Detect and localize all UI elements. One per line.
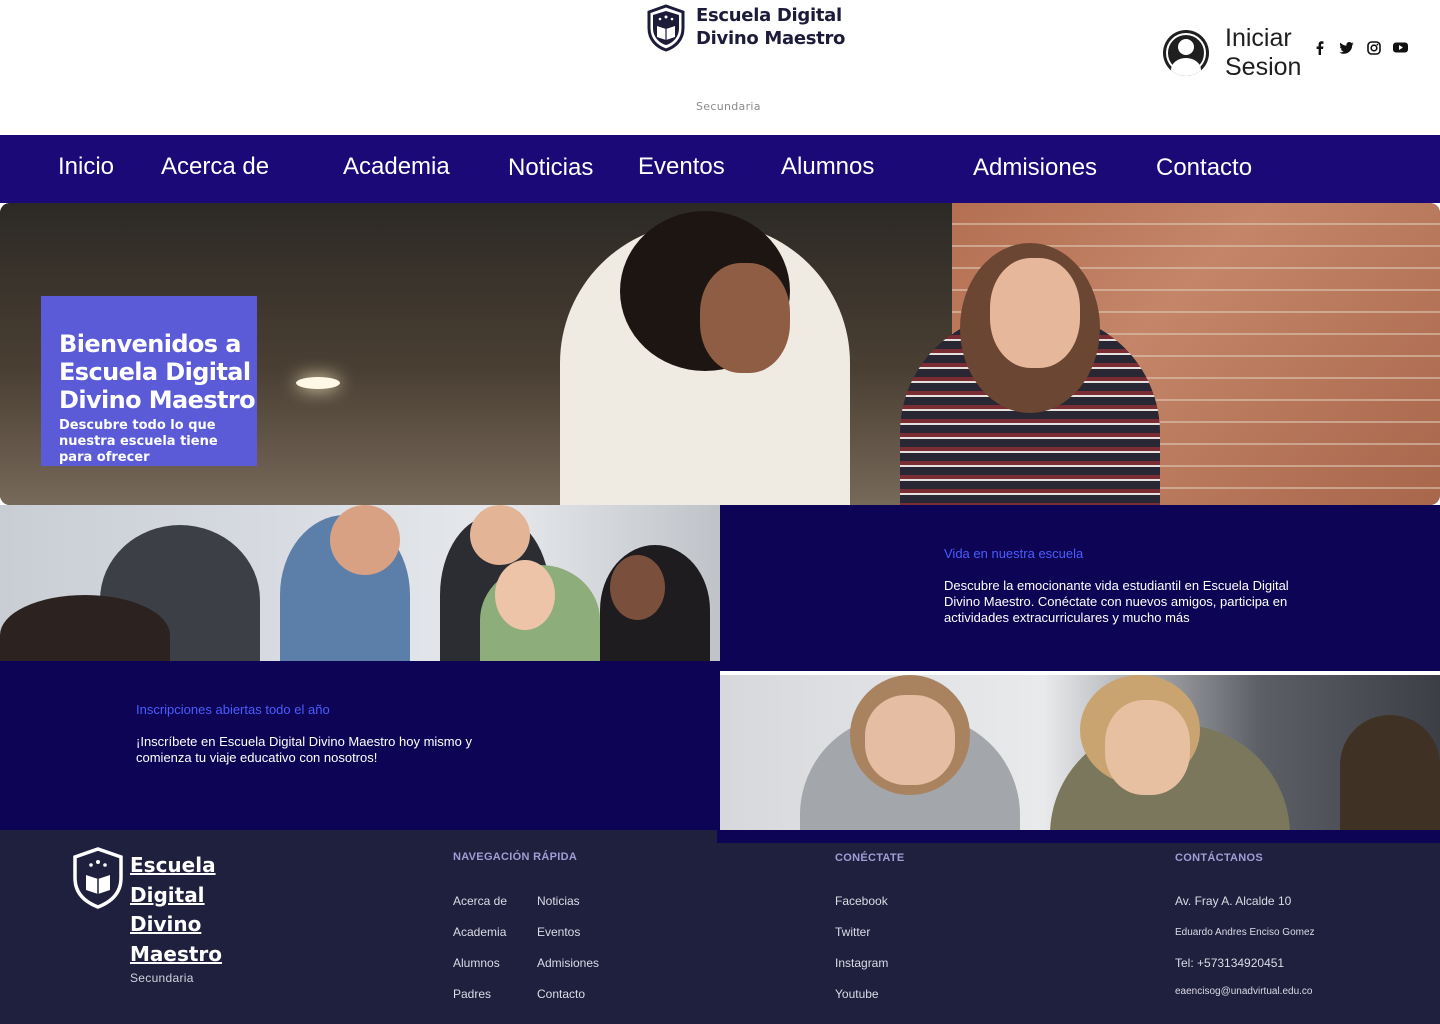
login-button[interactable]: Iniciar Sesion <box>1163 24 1315 82</box>
brand-tagline: Secundaria <box>696 100 761 113</box>
footer-link-admisiones[interactable]: Admisiones <box>537 956 599 970</box>
footer-link-alumnos[interactable]: Alumnos <box>453 956 500 970</box>
hero-banner: Bienvenidos a Escuela Digital Divino Mae… <box>0 203 1440 505</box>
nav-item-acerca-de[interactable]: Acerca de <box>161 153 269 181</box>
nav-item-admisiones[interactable]: Admisiones <box>973 154 1097 182</box>
footer-link-acerca-de[interactable]: Acerca de <box>453 894 507 908</box>
welcome-title: Bienvenidos a Escuela Digital Divino Mae… <box>59 330 256 414</box>
instagram-icon[interactable] <box>1366 39 1381 56</box>
nav-item-alumnos[interactable]: Alumnos <box>781 153 874 181</box>
welcome-subtitle: Descubre todo lo que nuestra escuela tie… <box>59 418 218 465</box>
footer-link-twitter[interactable]: Twitter <box>835 925 870 939</box>
enrollment-text: ¡Inscríbete en Escuela Digital Divino Ma… <box>136 734 472 765</box>
twitter-icon[interactable] <box>1339 39 1354 56</box>
contact-heading: CONTÁCTANOS <box>1175 852 1264 864</box>
nav-item-eventos[interactable]: Eventos <box>638 153 725 181</box>
site-header: Escuela Digital Divino Maestro Secundari… <box>0 0 1440 135</box>
footer-link-facebook[interactable]: Facebook <box>835 894 888 908</box>
youtube-icon[interactable] <box>1393 39 1408 56</box>
user-avatar-icon <box>1163 30 1209 76</box>
brand-line-2: Divino Maestro <box>696 28 846 49</box>
login-label: Iniciar Sesion <box>1225 24 1302 81</box>
footer-brand-tagline: Secundaria <box>130 971 194 985</box>
classroom-photo <box>0 505 720 661</box>
footer-link-instagram[interactable]: Instagram <box>835 956 888 970</box>
nav-item-academia[interactable]: Academia <box>343 153 450 181</box>
student-2-face <box>990 258 1080 368</box>
enrollment-title: Inscripciones abiertas todo el año <box>136 702 330 717</box>
brand-name: Escuela Digital Divino Maestro <box>696 4 845 50</box>
contact-email[interactable]: eaencisog@unadvirtual.edu.co <box>1175 986 1312 997</box>
shield-logo-icon <box>647 4 685 52</box>
nav-item-noticias[interactable]: Noticias <box>508 154 593 182</box>
contact-address: Av. Fray A. Alcalde 10 <box>1175 894 1292 908</box>
school-life-text: Descubre la emocionante vida estudiantil… <box>944 578 1289 625</box>
footer-link-padres[interactable]: Padres <box>453 987 491 1001</box>
nav-item-inicio[interactable]: Inicio <box>58 153 114 181</box>
connect-heading: CONÉCTATE <box>835 852 905 864</box>
footer-link-noticias[interactable]: Noticias <box>537 894 580 908</box>
school-life-title: Vida en nuestra escuela <box>944 546 1084 561</box>
nav-item-contacto[interactable]: Contacto <box>1156 154 1252 182</box>
contact-phone: Tel: +573134920451 <box>1175 956 1285 970</box>
ceiling-light <box>296 377 340 389</box>
footer-top-band <box>717 830 1440 843</box>
social-links <box>1312 39 1408 56</box>
footer-link-contacto[interactable]: Contacto <box>537 987 585 1001</box>
footer-link-academia[interactable]: Academia <box>453 925 506 939</box>
footer-shield-logo-icon <box>73 847 123 909</box>
facebook-icon[interactable] <box>1312 39 1327 56</box>
main-navigation: Inicio Acerca de Academia Noticias Event… <box>0 135 1440 203</box>
student-1-face <box>700 263 790 373</box>
welcome-card: Bienvenidos a Escuela Digital Divino Mae… <box>41 296 257 466</box>
brand-line-1: Escuela Digital <box>696 5 842 26</box>
quick-nav-heading: NAVEGACIÓN RÁPIDA <box>453 851 578 863</box>
footer-link-eventos[interactable]: Eventos <box>537 925 580 939</box>
contact-name: Eduardo Andres Enciso Gomez <box>1175 927 1315 938</box>
students-studying-photo <box>720 675 1440 843</box>
footer-link-youtube[interactable]: Youtube <box>835 987 879 1001</box>
footer-brand-name[interactable]: Escuela Digital Divino Maestro <box>130 851 240 969</box>
brand-logo[interactable]: Escuela Digital Divino Maestro <box>646 4 845 52</box>
